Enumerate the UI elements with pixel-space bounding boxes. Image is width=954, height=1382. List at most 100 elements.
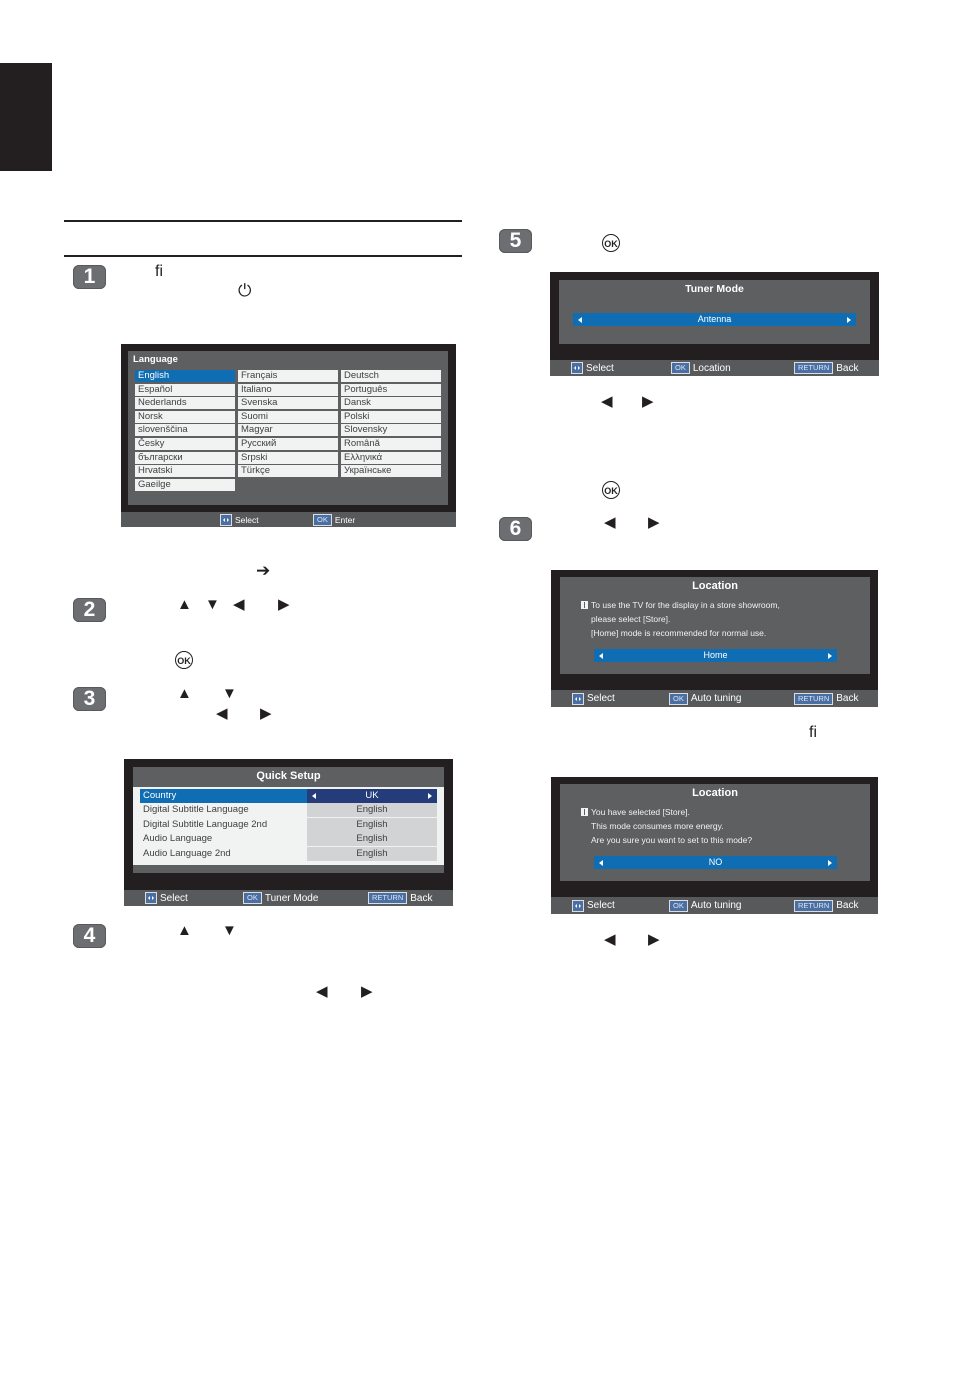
tuner-mode-selector[interactable]: Antenna (573, 313, 856, 326)
language-option[interactable]: Türkçe (238, 465, 338, 478)
left-arrow-icon: ◀ (316, 983, 328, 1000)
message-line-1-text: You have selected [Store]. (591, 807, 690, 817)
step-badge-3: 3 (73, 687, 106, 711)
fi-ligature: ﬁ (809, 724, 817, 741)
quick-setup-row[interactable]: Audio Language 2nd English (140, 846, 437, 861)
quick-setup-row[interactable]: Digital Subtitle Language 2nd English (140, 817, 437, 832)
return-key-badge: RETURN (794, 692, 834, 705)
left-arrow-icon: ◀ (601, 393, 613, 410)
step-badge-4: 4 (73, 924, 106, 948)
confirm-selector[interactable]: NO (594, 856, 837, 869)
setting-value: English (307, 817, 437, 832)
footer-ok-label: Location (692, 362, 731, 374)
tuner-mode-panel: Tuner Mode Antenna (559, 280, 870, 344)
language-option[interactable]: Česky (135, 438, 235, 450)
message-line-1-text: To use the TV for the display in a store… (591, 600, 780, 610)
footer-location: OK Location (671, 360, 731, 376)
language-option[interactable]: Română (341, 438, 441, 450)
language-option[interactable]: български (135, 451, 235, 464)
footer-back-label: Back (836, 693, 859, 704)
up-arrow-icon: ▲ (177, 596, 192, 613)
return-key-badge: RETURN (368, 892, 408, 904)
message-line-3: Are you sure you want to set to this mod… (591, 835, 753, 845)
footer-tuner-mode: OK Tuner Mode (243, 890, 318, 906)
ok-key-badge: OK (243, 892, 262, 904)
selector-left-arrow-icon (599, 859, 603, 866)
footer-auto-tuning: OK Auto tuning (669, 897, 741, 914)
setting-label: Audio Language (143, 833, 213, 845)
ok-button-icon: OK (602, 481, 620, 499)
footer-ok-label: Tuner Mode (264, 892, 319, 904)
quick-setup-row[interactable]: Audio Language English (140, 832, 437, 847)
selector-left-arrow-icon (578, 316, 582, 323)
language-option[interactable]: Gaeilge (135, 478, 235, 491)
language-option[interactable]: slovenščina (135, 424, 235, 437)
step-badge-1: 1 (73, 265, 106, 289)
nav-keys-icon (571, 362, 583, 374)
language-option[interactable]: Suomi (238, 410, 338, 423)
return-key-badge: RETURN (794, 899, 834, 912)
language-title: Language (133, 354, 178, 365)
footer-auto-tuning: OK Auto tuning (669, 690, 741, 707)
language-option[interactable]: Ελληνικά (341, 451, 441, 464)
nav-keys-icon (572, 692, 584, 705)
power-icon: ⏻ (238, 281, 252, 300)
setting-value-text: English (356, 818, 388, 830)
selector-right-arrow-icon (828, 652, 832, 659)
language-option[interactable]: Nederlands (135, 397, 235, 410)
left-arrow-icon: ◀ (216, 705, 228, 722)
tuner-mode-value: Antenna (697, 314, 732, 324)
setting-label: Audio Language 2nd (143, 847, 231, 859)
language-option[interactable]: Slovensky (341, 424, 441, 437)
language-option[interactable]: Srpski (238, 451, 338, 464)
language-option[interactable]: Norsk (135, 410, 235, 423)
quick-setup-row[interactable]: Digital Subtitle Language English (140, 803, 437, 818)
footer-back: RETURN Back (794, 690, 858, 707)
language-option[interactable]: Magyar (238, 424, 338, 437)
message-line-2: please select [Store]. (591, 614, 671, 624)
footer-back: RETURN Back (794, 897, 858, 914)
location-confirm-title: Location (692, 787, 738, 799)
value-left-arrow-icon[interactable] (312, 793, 316, 799)
language-footer: Select OK Enter (121, 512, 456, 527)
setting-value: English (307, 803, 437, 818)
language-option[interactable]: Hrvatski (135, 465, 235, 478)
step-badge-2: 2 (73, 598, 106, 622)
quick-setup-title: Quick Setup (256, 770, 321, 782)
setting-value-text: English (356, 804, 388, 816)
right-arrow-icon: ▶ (361, 983, 373, 1000)
footer-select-label: Select (587, 900, 615, 911)
right-arrow-icon: ▶ (648, 931, 660, 948)
language-option[interactable]: Español (135, 383, 235, 396)
down-arrow-icon: ▼ (205, 596, 220, 613)
ok-key-badge: OK (669, 692, 688, 705)
step-badge-6: 6 (499, 517, 532, 541)
language-option[interactable]: Italiano (238, 383, 338, 396)
language-option[interactable]: Deutsch (341, 370, 441, 382)
setting-value-text: English (356, 847, 388, 859)
language-option[interactable]: Dansk (341, 397, 441, 410)
language-option[interactable]: Svenska (238, 397, 338, 410)
language-option[interactable]: Русский (238, 438, 338, 450)
language-option[interactable]: Português (341, 383, 441, 396)
quick-setup-row[interactable]: Country UK (140, 789, 437, 803)
location-selector[interactable]: Home (594, 649, 837, 662)
language-option[interactable]: Français (238, 370, 338, 382)
quick-setup-list: Country UK Digital Subtitle Language Englis… (140, 789, 437, 863)
setting-label: Digital Subtitle Language (143, 804, 249, 816)
language-option[interactable]: English (135, 370, 235, 382)
tuner-mode-title: Tuner Mode (685, 283, 744, 295)
setting-label: Digital Subtitle Language 2nd (143, 818, 268, 830)
up-arrow-icon: ▲ (177, 685, 192, 702)
selector-right-arrow-icon (847, 316, 851, 323)
location-confirm-footer: Select OK Auto tuning RETURN Back (551, 897, 878, 914)
quick-setup-footer: Select OK Tuner Mode RETURN Back (124, 890, 453, 906)
language-option[interactable]: Polski (341, 410, 441, 423)
language-grid: English Español Nederlands Norsk slovenščina… (135, 370, 443, 500)
left-arrow-icon: ◀ (604, 514, 616, 531)
section-tab-marker (0, 63, 52, 171)
footer-select: Select (220, 512, 259, 527)
footer-select-label: Select (160, 892, 188, 904)
value-right-arrow-icon[interactable] (428, 793, 432, 799)
language-option[interactable]: Українське (341, 465, 441, 478)
